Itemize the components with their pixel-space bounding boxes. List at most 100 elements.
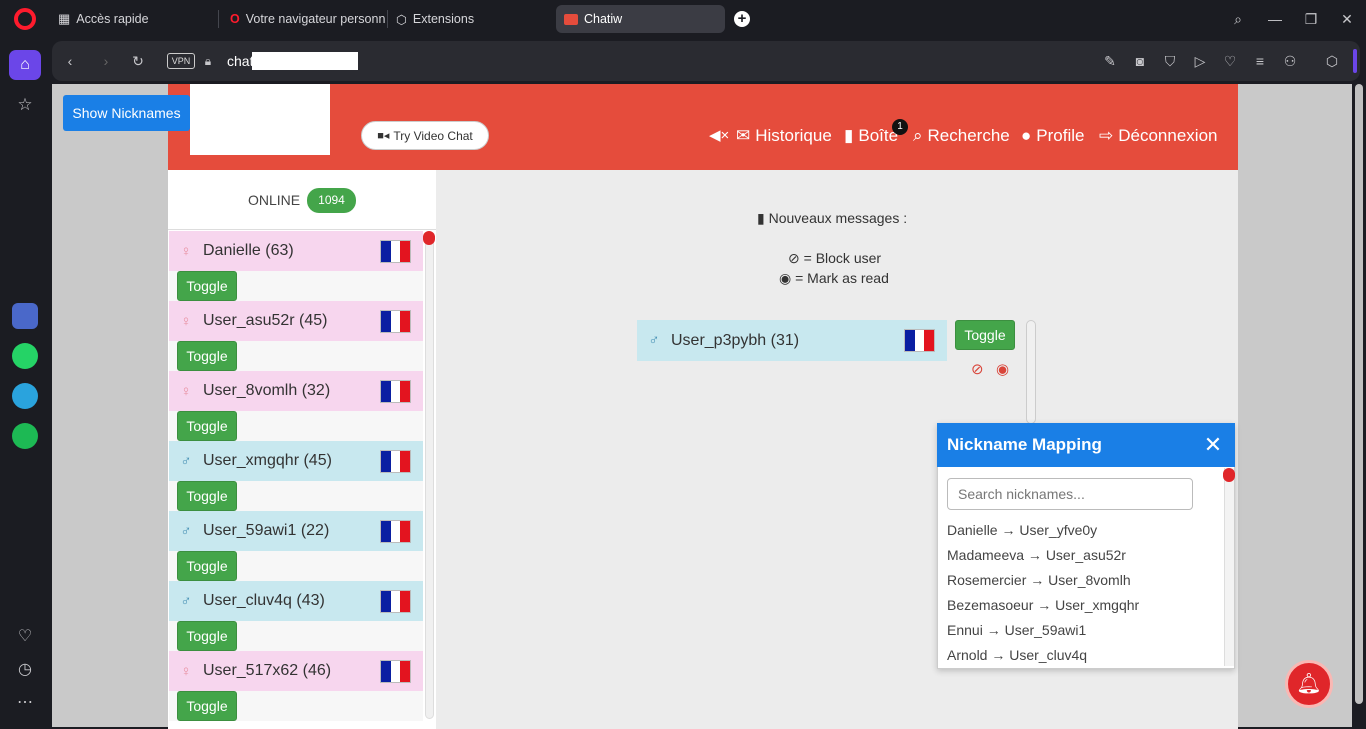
nav-profile[interactable]: ● Profile — [1021, 126, 1084, 146]
toggle-button[interactable]: Toggle — [177, 411, 237, 441]
user-row[interactable]: ♀ Danielle (63) — [169, 231, 423, 271]
toggle-button[interactable]: Toggle — [177, 341, 237, 371]
site-logo[interactable] — [190, 84, 330, 155]
nav-deconnexion[interactable]: ⇨ Déconnexion — [1099, 126, 1218, 146]
heart-icon[interactable]: ♡ — [15, 627, 35, 647]
nickname-list-scroll-thumb[interactable] — [1223, 468, 1235, 482]
user-row[interactable]: ♂ User_59awi1 (22) — [169, 511, 423, 551]
more-icon[interactable]: ⋯ — [15, 693, 35, 713]
extensions-cube-icon[interactable]: ⬡ — [1322, 51, 1342, 71]
page-scroll-thumb[interactable] — [1355, 84, 1363, 704]
user-row[interactable]: ♂ User_cluv4q (43) — [169, 581, 423, 621]
user-name: User_cluv4q (43) — [203, 592, 325, 609]
nav-historique-label: Historique — [755, 126, 832, 145]
user-name: User_xmgqhr (45) — [203, 452, 332, 469]
nickname-mapping-item: Danielle → User_yfve0y — [947, 522, 1098, 538]
favorite-heart-icon[interactable]: ♡ — [1220, 51, 1240, 71]
minimize-icon[interactable]: — — [1265, 9, 1285, 29]
nickname-list-scrollbar[interactable] — [1224, 468, 1234, 666]
nickname-mapping-item: Arnold → User_cluv4q — [947, 647, 1088, 663]
history-clock-icon[interactable]: ◷ — [15, 660, 35, 680]
female-icon: ♀ — [180, 312, 192, 330]
shield-icon[interactable]: ⛉ — [1160, 51, 1180, 71]
new-tab-icon[interactable]: + — [734, 11, 750, 27]
france-flag-icon — [380, 379, 411, 403]
nickname-mapping-title: Nickname Mapping — [937, 423, 1235, 467]
show-nicknames-button[interactable]: Show Nicknames — [63, 95, 190, 131]
tab-label: Extensions — [412, 12, 475, 26]
online-count-badge: 1094 — [307, 188, 356, 213]
notification-bell-icon[interactable]: 🔔︎ — [1285, 660, 1333, 708]
close-window-icon[interactable]: ✕ — [1337, 9, 1357, 29]
play-icon[interactable]: ▷ — [1190, 51, 1210, 71]
conversation-user-name: User_p3pybh (31) — [671, 331, 800, 349]
france-flag-icon — [380, 589, 411, 613]
block-user-icon[interactable]: ⊘ — [971, 360, 984, 378]
url-text[interactable]: chat — [227, 53, 253, 69]
tab-divider — [218, 10, 219, 28]
user-row[interactable]: ♀ User_8vomlh (32) — [169, 371, 423, 411]
france-flag-icon — [380, 659, 411, 683]
mark-as-read-icon[interactable]: ◉ — [996, 360, 1009, 378]
tab-extensions[interactable]: ⬡ Extensions — [388, 5, 548, 33]
account-icon[interactable]: ⚇ — [1280, 51, 1300, 71]
opera-logo-icon[interactable] — [14, 8, 36, 30]
restore-icon[interactable]: ❐ — [1301, 9, 1321, 29]
conversation-row[interactable]: ♂ User_p3pybh (31) — [637, 320, 947, 361]
tab-acces-rapide[interactable]: ▦ Accès rapide — [50, 5, 215, 33]
telegram-icon[interactable] — [12, 383, 38, 409]
toggle-button[interactable]: Toggle — [177, 621, 237, 651]
sign-out-icon: ⇨ — [1099, 126, 1114, 145]
nav-deconnexion-label: Déconnexion — [1118, 126, 1218, 145]
user-list-scroll-thumb[interactable] — [423, 231, 435, 245]
male-icon: ♂ — [180, 592, 192, 610]
user-row[interactable]: ♀ User_517x62 (46) — [169, 651, 423, 691]
snapshot-icon[interactable]: ◙ — [1130, 51, 1150, 71]
user-row[interactable]: ♀ User_asu52r (45) — [169, 301, 423, 341]
male-icon: ♂ — [180, 522, 192, 540]
nav-recherche[interactable]: ⌕ Recherche — [913, 126, 1010, 146]
home-icon[interactable]: ⌂ — [9, 50, 41, 80]
try-video-chat-button[interactable]: ■◂ Try Video Chat — [361, 121, 489, 150]
toggle-button[interactable]: Toggle — [177, 691, 237, 721]
spotify-icon[interactable] — [12, 423, 38, 449]
user-name: User_59awi1 (22) — [203, 522, 330, 539]
close-icon[interactable]: ✕ — [1203, 433, 1223, 457]
edit-page-icon[interactable]: ✎ — [1100, 51, 1120, 71]
reload-icon[interactable]: ↻ — [128, 51, 148, 71]
read-legend-text: = Mark as read — [795, 270, 889, 286]
url-redaction — [252, 52, 358, 70]
grid-icon: ▦ — [58, 11, 71, 26]
nav-historique[interactable]: ✉ Historique — [736, 126, 832, 146]
nav-profile-label: Profile — [1036, 126, 1085, 145]
conversation-toggle-button[interactable]: Toggle — [955, 320, 1015, 350]
sidebar-indicator — [1353, 49, 1357, 73]
user-row[interactable]: ♂ User_xmgqhr (45) — [169, 441, 423, 481]
block-legend-text: = Block user — [803, 250, 882, 266]
user-list-scrollbar[interactable] — [425, 231, 434, 719]
back-icon[interactable]: ‹ — [60, 51, 80, 71]
nickname-search-input[interactable] — [947, 478, 1193, 510]
forward-icon[interactable]: › — [96, 51, 116, 71]
vpn-badge[interactable]: VPN — [167, 53, 195, 69]
nickname-mapping-item: Bezemasoeur → User_xmgqhr — [947, 597, 1140, 613]
chatiw-icon — [564, 13, 578, 25]
menu-lines-icon[interactable]: ≡ — [1250, 51, 1270, 71]
toggle-button[interactable]: Toggle — [177, 551, 237, 581]
toggle-button[interactable]: Toggle — [177, 481, 237, 511]
browser-sidebar: ⌂ ☆ ♡ ◷ ⋯ — [0, 38, 50, 729]
whatsapp-icon[interactable] — [12, 343, 38, 369]
search-tabs-icon[interactable]: ⌕ — [1228, 9, 1248, 29]
tab-chatiw[interactable]: Chatiw — [556, 5, 725, 33]
france-flag-icon — [380, 449, 411, 473]
read-legend: ◉ = Mark as read — [779, 270, 889, 287]
aria-icon[interactable] — [12, 303, 38, 329]
conversation-scrollbar[interactable] — [1026, 320, 1036, 424]
toggle-button[interactable]: Toggle — [177, 271, 237, 301]
user-name: User_8vomlh (32) — [203, 382, 331, 399]
tab-opera[interactable]: O Votre navigateur personne — [222, 5, 385, 33]
nav-boite[interactable]: ▮ Boîte — [844, 126, 898, 146]
bookmarks-star-icon[interactable]: ☆ — [15, 95, 35, 115]
search-icon: ⌕ — [913, 126, 923, 145]
mute-icon[interactable]: ◀× — [709, 126, 729, 144]
